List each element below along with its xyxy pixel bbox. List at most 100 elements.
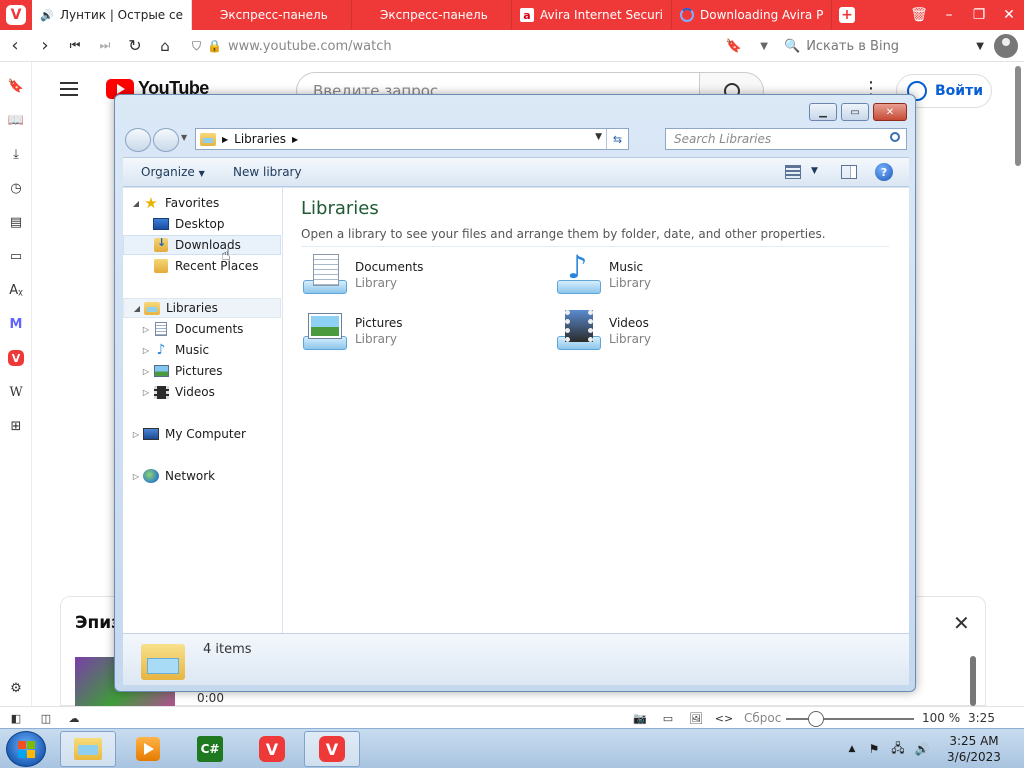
downloads-icon[interactable]: ⤓ bbox=[6, 144, 26, 164]
close-button[interactable]: ✕ bbox=[873, 103, 907, 121]
network-icon[interactable]: 🖧 bbox=[890, 741, 906, 757]
search-engine-field[interactable]: 🔍 Искать в Bing ▼ bbox=[784, 34, 984, 58]
new-library-button[interactable]: New library bbox=[233, 165, 302, 179]
collapse-icon[interactable]: ▷ bbox=[141, 367, 151, 376]
breadcrumb-libraries[interactable]: Libraries bbox=[234, 132, 286, 146]
wikipedia-icon[interactable]: W bbox=[6, 382, 26, 402]
flag-icon[interactable]: ⚑ bbox=[866, 741, 882, 757]
expand-icon[interactable]: ◢ bbox=[132, 304, 142, 313]
home-button[interactable]: ⌂ bbox=[150, 31, 180, 61]
tile-icon[interactable]: ▭ bbox=[660, 710, 676, 726]
explorer-address-bar[interactable]: ▶ Libraries ▶ ▼ ⇆ bbox=[195, 128, 629, 150]
library-pictures[interactable]: Pictures Library bbox=[301, 306, 531, 356]
tab-avira[interactable]: a Avira Internet Security bbox=[512, 0, 672, 30]
collapse-icon[interactable]: ▷ bbox=[141, 346, 151, 355]
volume-icon[interactable]: 🔊 bbox=[914, 741, 930, 757]
bookmarks-icon[interactable]: 🔖 bbox=[6, 76, 26, 96]
trash-icon[interactable]: 🗑 bbox=[904, 0, 934, 30]
taskbar-vivaldi-2[interactable]: V bbox=[304, 731, 360, 767]
refresh-icon[interactable]: ⇆ bbox=[606, 129, 628, 149]
fast-forward-button[interactable]: ⏭ bbox=[90, 31, 120, 61]
minimize-icon[interactable]: – bbox=[934, 0, 964, 30]
taskbar-csharp[interactable]: C# bbox=[182, 731, 238, 767]
reload-button[interactable]: ↻ bbox=[120, 31, 150, 61]
tab-speed-dial-1[interactable]: Экспресс-панель bbox=[192, 0, 352, 30]
nav-pictures[interactable]: ▷ Pictures bbox=[123, 361, 281, 381]
zoom-slider-knob[interactable] bbox=[808, 711, 825, 727]
tile-tabs-icon[interactable]: ◫ bbox=[38, 710, 54, 726]
collapse-icon[interactable]: ▷ bbox=[131, 430, 141, 439]
chevron-down-icon[interactable]: ▼ bbox=[811, 166, 818, 176]
taskbar-explorer[interactable] bbox=[60, 731, 116, 767]
nav-videos[interactable]: ▷ Videos bbox=[123, 382, 281, 402]
forward-button[interactable] bbox=[153, 128, 179, 152]
taskbar-vivaldi-1[interactable]: V bbox=[244, 731, 300, 767]
shield-icon[interactable]: ⛉ bbox=[192, 39, 201, 54]
zoom-slider[interactable] bbox=[786, 711, 914, 727]
nav-recent-places[interactable]: Recent Places bbox=[123, 256, 281, 276]
close-icon[interactable]: ✕ bbox=[953, 611, 970, 635]
notes-icon[interactable]: ▤ bbox=[6, 212, 26, 232]
organize-button[interactable]: Organize ▼ bbox=[141, 165, 205, 179]
settings-icon[interactable]: ⚙ bbox=[6, 678, 26, 698]
nav-network[interactable]: ▷ Network bbox=[123, 466, 281, 486]
mastodon-icon[interactable]: M bbox=[6, 314, 26, 334]
collapse-icon[interactable]: ▷ bbox=[141, 325, 151, 334]
forward-button[interactable]: › bbox=[30, 31, 60, 61]
collapse-icon[interactable]: ▷ bbox=[131, 472, 141, 481]
tab-luntik[interactable]: 🔊 Лунтик | Острые сери bbox=[32, 0, 192, 30]
window-panel-icon[interactable]: ▭ bbox=[6, 246, 26, 266]
expand-icon[interactable]: ◢ bbox=[131, 199, 141, 208]
nav-libraries[interactable]: ◢ Libraries bbox=[123, 298, 281, 318]
bookmark-icon[interactable]: 🔖 bbox=[726, 39, 742, 54]
add-panel-icon[interactable]: ⊞ bbox=[6, 416, 26, 436]
rewind-button[interactable]: ⏮ bbox=[60, 31, 90, 61]
new-tab-button[interactable]: + bbox=[832, 0, 862, 30]
url-text[interactable]: www.youtube.com/watch bbox=[228, 39, 392, 54]
nav-music[interactable]: ▷ ♪ Music bbox=[123, 340, 281, 360]
lock-icon[interactable]: 🔒 bbox=[207, 39, 222, 53]
scrollbar-thumb[interactable] bbox=[1015, 66, 1021, 166]
search-libraries-input[interactable]: Search Libraries bbox=[665, 128, 907, 150]
library-videos[interactable]: Videos Library bbox=[555, 306, 785, 356]
close-icon[interactable]: ✕ bbox=[994, 0, 1024, 30]
collapse-icon[interactable]: ▷ bbox=[141, 388, 151, 397]
panel-toggle-icon[interactable]: ◧ bbox=[8, 710, 24, 726]
minimize-button[interactable]: ▁ bbox=[809, 103, 837, 121]
maximize-button[interactable]: ▭ bbox=[841, 103, 869, 121]
page-actions-icon[interactable]: <> bbox=[715, 710, 733, 726]
vivaldi-menu-button[interactable]: V bbox=[0, 0, 32, 30]
zoom-reset-button[interactable]: Сброс bbox=[744, 711, 781, 725]
back-button[interactable] bbox=[125, 128, 151, 152]
nav-my-computer[interactable]: ▷ My Computer bbox=[123, 424, 281, 444]
nav-desktop[interactable]: Desktop bbox=[123, 214, 281, 234]
tab-speed-dial-2[interactable]: Экспресс-панель bbox=[352, 0, 512, 30]
show-hidden-icons-icon[interactable]: ▲ bbox=[844, 741, 860, 757]
tab-downloading-avira[interactable]: Downloading Avira Prin bbox=[672, 0, 832, 30]
library-music[interactable]: ♪ Music Library bbox=[555, 248, 785, 300]
capture-icon[interactable]: 📷 bbox=[632, 710, 648, 726]
history-icon[interactable]: ◷ bbox=[6, 178, 26, 198]
back-button[interactable]: ‹ bbox=[0, 31, 30, 61]
tray-date[interactable]: 3/6/2023 bbox=[942, 750, 1006, 764]
speaker-icon[interactable]: 🔊 bbox=[40, 8, 54, 22]
translate-icon[interactable]: Aᵪ bbox=[6, 280, 26, 300]
page-scrollbar[interactable] bbox=[1012, 62, 1024, 706]
chevron-down-icon[interactable]: ▼ bbox=[595, 132, 602, 142]
nav-documents[interactable]: ▷ Documents bbox=[123, 319, 281, 339]
breadcrumb-arrow-icon[interactable]: ▶ bbox=[292, 135, 298, 144]
help-icon[interactable]: ? bbox=[875, 163, 893, 181]
cloud-sync-icon[interactable]: ☁ bbox=[66, 710, 82, 726]
nav-downloads[interactable]: Downloads bbox=[123, 235, 281, 255]
library-documents[interactable]: Documents Library bbox=[301, 250, 531, 300]
profile-avatar[interactable] bbox=[994, 34, 1018, 58]
start-button[interactable] bbox=[6, 731, 46, 767]
search-icon[interactable] bbox=[890, 132, 900, 142]
nav-favorites[interactable]: ◢ ★ Favorites bbox=[123, 193, 281, 213]
breadcrumb-arrow-icon[interactable]: ▶ bbox=[222, 135, 228, 144]
image-toggle-icon[interactable]: 🖼 bbox=[688, 710, 704, 726]
url-field[interactable]: ⛉ 🔒 www.youtube.com/watch 🔖 ▼ bbox=[192, 34, 778, 58]
view-options-icon[interactable] bbox=[785, 165, 801, 179]
preview-pane-icon[interactable] bbox=[841, 165, 857, 179]
chevron-down-icon[interactable]: ▼ bbox=[760, 41, 768, 52]
